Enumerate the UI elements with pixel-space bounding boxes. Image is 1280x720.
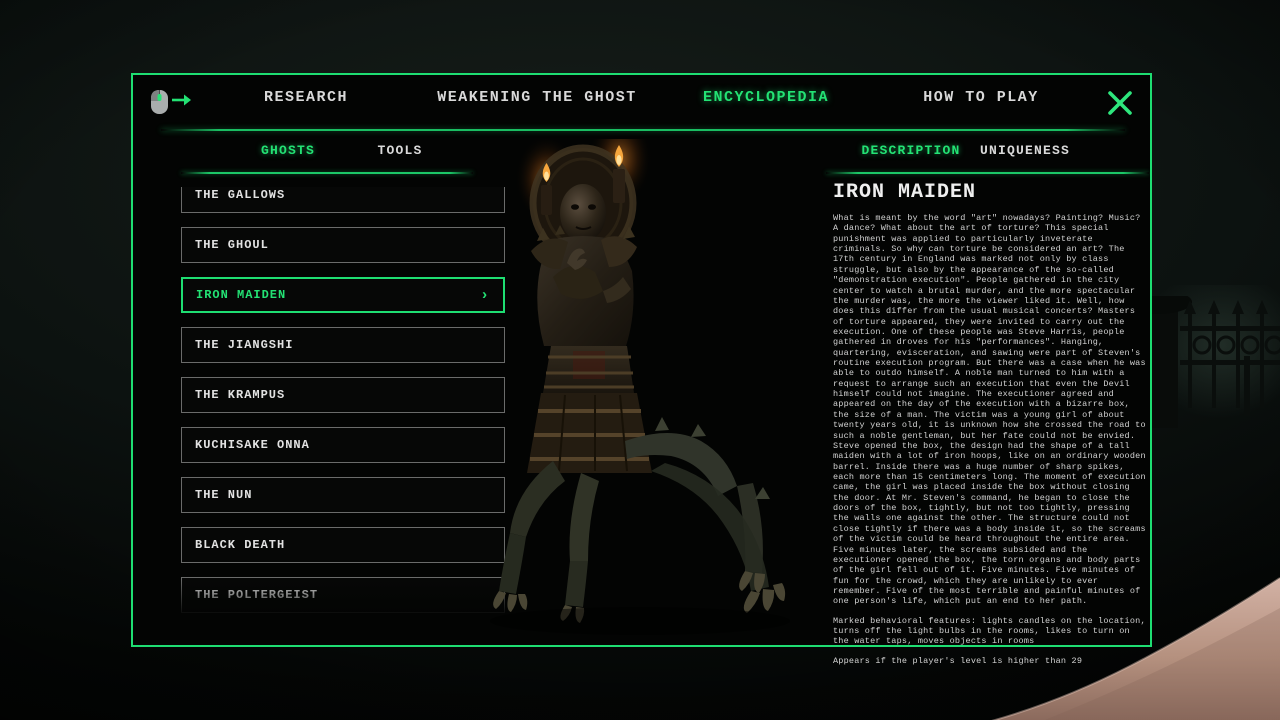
entry-paragraph-level: Appears if the player's level is higher … xyxy=(833,656,1151,666)
entry-paragraph: What is meant by the word "art" nowadays… xyxy=(833,213,1151,607)
tab-ghosts[interactable]: GHOSTS xyxy=(261,143,315,158)
mouse-with-arrow-icon xyxy=(149,87,193,117)
nav-underline xyxy=(161,129,1125,131)
mouse-navigation-hint xyxy=(149,87,193,117)
tab-tools[interactable]: TOOLS xyxy=(377,143,422,158)
list-item-label: IRON MAIDEN xyxy=(196,288,286,302)
entry-paragraph-behavior: Marked behavioral features: lights candl… xyxy=(833,616,1151,647)
ghosts-tab-underline xyxy=(181,172,473,174)
encyclopedia-panel: RESEARCH WEAKENING THE GHOST ENCYCLOPEDI… xyxy=(131,73,1152,647)
nav-item-research[interactable]: RESEARCH xyxy=(264,89,348,106)
description-tab-underline xyxy=(826,172,1149,174)
nav-item-how-to-play[interactable]: HOW TO PLAY xyxy=(923,89,1039,106)
close-icon xyxy=(1106,89,1134,117)
nav-item-encyclopedia[interactable]: ENCYCLOPEDIA xyxy=(703,89,829,106)
entry-title: IRON MAIDEN xyxy=(833,181,976,204)
nav-item-weakening-the-ghost[interactable]: WEAKENING THE GHOST xyxy=(437,89,637,106)
close-button[interactable] xyxy=(1099,84,1141,122)
iron-maiden-figure xyxy=(455,139,830,644)
tab-description[interactable]: DESCRIPTION xyxy=(861,143,960,158)
entry-description: What is meant by the word "art" nowadays… xyxy=(833,213,1151,675)
tab-uniqueness[interactable]: UNIQUENESS xyxy=(980,143,1070,158)
